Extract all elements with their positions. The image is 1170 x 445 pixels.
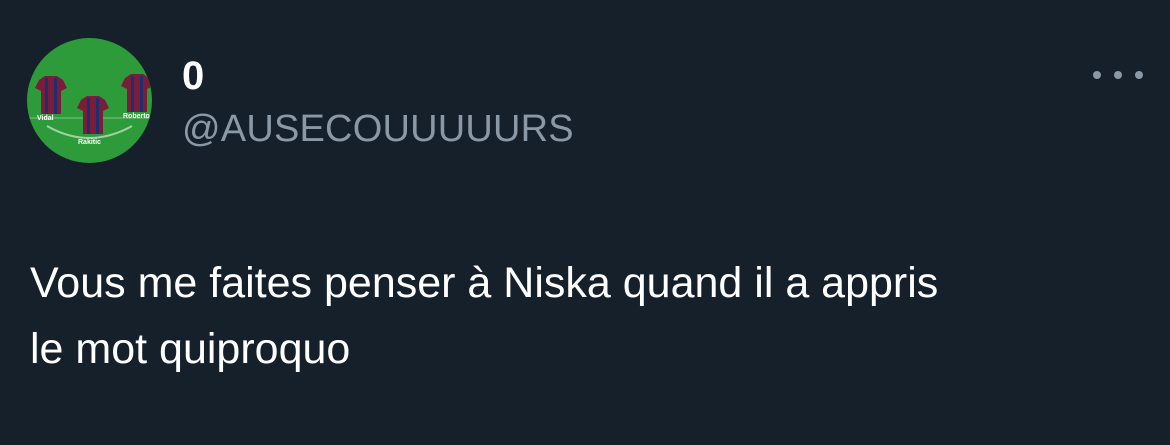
user-handle[interactable]: @AUSECOUUUUURS (182, 105, 574, 153)
display-name[interactable]: 0 (182, 52, 204, 100)
tweet-text-line: le mot quiproquo (30, 325, 351, 373)
tweet-card: Vidal Roberto Rakitic 0 @AUSECOUUUUURS V… (0, 0, 1170, 445)
football-lineup-icon: Vidal Roberto Rakitic (27, 38, 152, 163)
more-horizontal-icon (1114, 71, 1122, 79)
avatar[interactable]: Vidal Roberto Rakitic (27, 38, 152, 163)
tweet-text: Vous me faites penser à Niska quand il a… (30, 250, 1140, 382)
more-horizontal-icon (1135, 71, 1143, 79)
player-label-vidal: Vidal (37, 115, 54, 122)
player-label-roberto: Roberto (123, 113, 150, 120)
more-horizontal-icon (1093, 71, 1101, 79)
more-options-button[interactable] (1093, 62, 1143, 88)
tweet-text-line: Vous me faites penser à Niska quand il a… (30, 259, 939, 307)
player-label-rakitic: Rakitic (78, 139, 101, 146)
